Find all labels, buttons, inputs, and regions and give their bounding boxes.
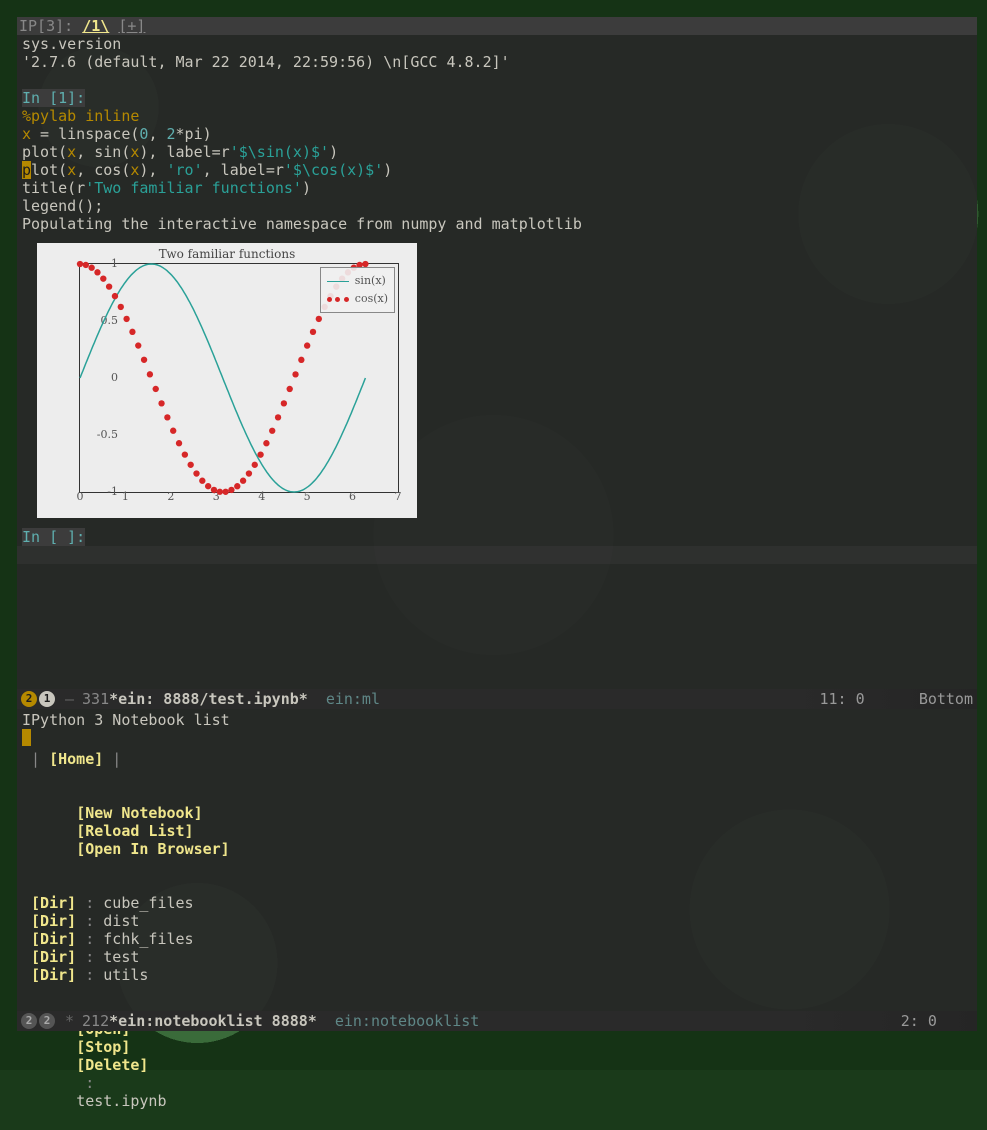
line-col: 11: 0: [819, 690, 864, 708]
cell-prompt: In [ ]:: [22, 528, 85, 546]
delete-notebook-button[interactable]: [Delete]: [76, 1056, 148, 1074]
window-badge: 2: [39, 1013, 55, 1029]
notebook-filename[interactable]: test.ipynb: [76, 1092, 166, 1110]
text-cursor: p: [22, 161, 31, 179]
nblist-title: IPython 3 Notebook list: [22, 711, 972, 729]
dir-link[interactable]: [Dir]: [31, 912, 76, 930]
code-line[interactable]: x = linspace(0, 2*pi): [17, 125, 977, 143]
code-line[interactable]: plot(x, sin(x), label=r'$\sin(x)$'): [17, 143, 977, 161]
output-text: '2.7.6 (default, Mar 22 2014, 22:59:56) …: [17, 53, 977, 71]
new-notebook-button[interactable]: [New Notebook]: [76, 804, 202, 822]
window-badge: 2: [21, 1013, 37, 1029]
list-item[interactable]: [Dir] : dist: [22, 912, 972, 930]
scroll-pos: Bottom: [919, 690, 973, 708]
tab-prefix: IP[3]:: [19, 17, 73, 35]
dir-link[interactable]: [Dir]: [31, 966, 76, 984]
list-item[interactable]: [Dir] : cube_files: [22, 894, 972, 912]
modeline-top: 2 1 — 331 *ein: 8888/test.ipynb* ein:ml …: [17, 689, 977, 709]
tab-add-button[interactable]: [+]: [118, 17, 145, 35]
stop-notebook-button[interactable]: [Stop]: [76, 1038, 130, 1056]
empty-cell[interactable]: [17, 546, 977, 564]
list-item[interactable]: [Dir] : test: [22, 948, 972, 966]
plot-axes: 1 0.5 0 -0.5 -1 0 1 2 3 4 5 6 7 sin(x) c…: [79, 263, 399, 493]
tab-bar: IP[3]: /1\ [+]: [17, 17, 977, 35]
buffer-name[interactable]: *ein:notebooklist 8888*: [109, 1012, 317, 1030]
home-link[interactable]: [Home]: [49, 750, 103, 768]
dir-link[interactable]: [Dir]: [31, 948, 76, 966]
buffer-name[interactable]: *ein: 8888/test.ipynb*: [109, 690, 308, 708]
output-text: Populating the interactive namespace fro…: [17, 215, 977, 233]
list-item[interactable]: [Dir] : utils: [22, 966, 972, 984]
code-line[interactable]: plot(x, cos(x), 'ro', label=r'$\cos(x)$'…: [17, 161, 977, 179]
legend-label: sin(x): [355, 272, 386, 290]
code-line[interactable]: title(r'Two familiar functions'): [17, 179, 977, 197]
list-item[interactable]: [Dir] : fchk_files: [22, 930, 972, 948]
window-badge: 1: [39, 691, 55, 707]
dir-link[interactable]: [Dir]: [31, 930, 76, 948]
major-mode: ein:ml: [326, 690, 380, 708]
reload-list-button[interactable]: [Reload List]: [76, 822, 193, 840]
cell-prompt: In [1]:: [22, 89, 85, 107]
notebook-pane: IP[3]: /1\ [+] sys.version '2.7.6 (defau…: [17, 17, 977, 689]
output-text: sys.version: [17, 35, 977, 53]
code-line[interactable]: %pylab inline: [17, 107, 977, 125]
plot-output: Two familiar functions 1 0.5 0 -0.5 -1 0…: [37, 243, 417, 518]
modeline-bottom: 2 2 * 212 *ein:notebooklist 8888* ein:no…: [17, 1011, 977, 1031]
notebooklist-pane: IPython 3 Notebook list | [Home] | [New …: [17, 709, 977, 1011]
text-cursor: [22, 729, 31, 746]
window-badge: 2: [21, 691, 37, 707]
legend-label: cos(x): [355, 290, 388, 308]
tab-active[interactable]: /1\: [82, 17, 109, 35]
line-col: 2: 0: [901, 1012, 937, 1030]
plot-legend: sin(x) cos(x): [320, 267, 395, 313]
legend-dots-icon: [327, 297, 349, 302]
code-line[interactable]: legend();: [17, 197, 977, 215]
legend-line-icon: [327, 281, 349, 282]
open-browser-button[interactable]: [Open In Browser]: [76, 840, 230, 858]
major-mode: ein:notebooklist: [335, 1012, 480, 1030]
dir-link[interactable]: [Dir]: [31, 894, 76, 912]
